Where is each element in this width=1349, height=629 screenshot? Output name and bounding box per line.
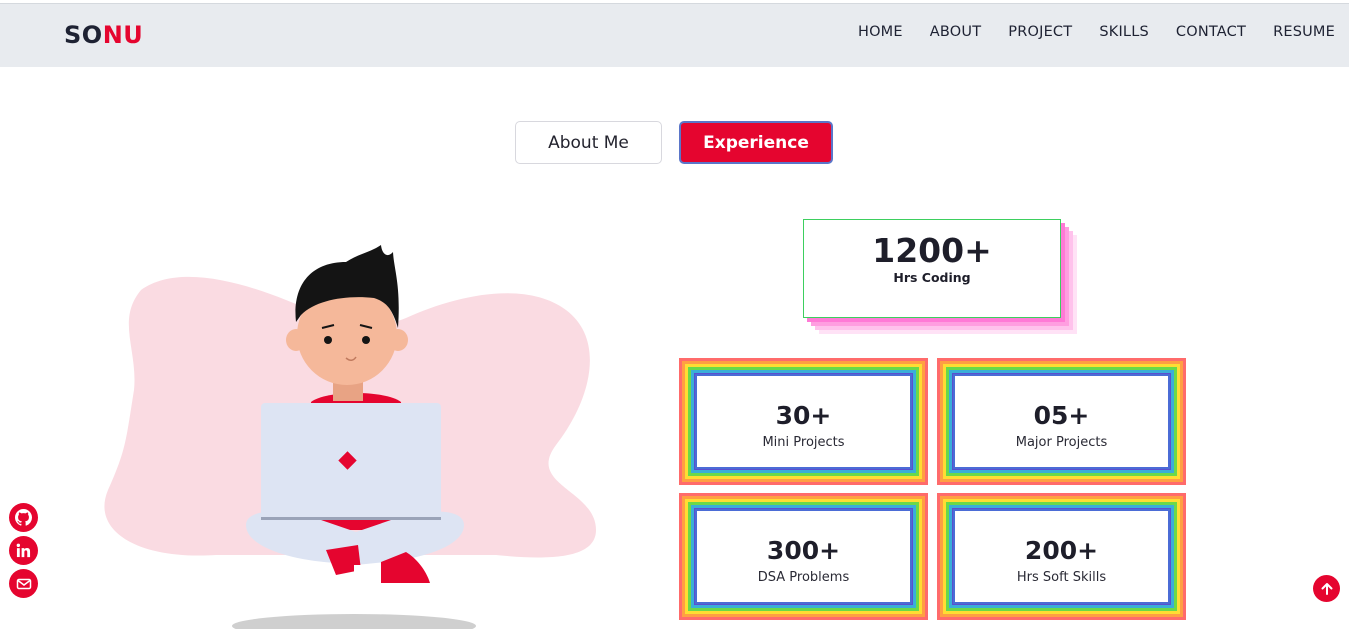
site-logo[interactable]: SONU [64, 21, 143, 49]
stat-card-inner: 05+ Major Projects [953, 374, 1170, 469]
logo-part-dark: SO [64, 21, 103, 49]
stat-label: DSA Problems [757, 570, 850, 585]
stat-mini-projects: 30+ Mini Projects [679, 358, 928, 485]
stat-card-inner: 30+ Mini Projects [695, 374, 912, 469]
github-link[interactable] [9, 503, 38, 532]
linkedin-link[interactable] [9, 536, 38, 565]
stat-label: Mini Projects [762, 435, 845, 450]
stat-soft-skills: 200+ Hrs Soft Skills [937, 493, 1186, 620]
linkedin-icon [16, 543, 31, 558]
nav-contact[interactable]: CONTACT [1176, 24, 1246, 40]
stat-label: Hrs Coding [893, 270, 971, 285]
github-icon [15, 509, 32, 526]
nav-skills[interactable]: SKILLS [1099, 24, 1149, 40]
stat-value: 300+ [766, 536, 841, 565]
navbar: SONU HOME ABOUT PROJECT SKILLS CONTACT R… [0, 4, 1349, 67]
stat-label: Major Projects [1015, 435, 1108, 450]
tab-about-me[interactable]: About Me [515, 121, 662, 164]
arrow-up-icon [1321, 582, 1332, 595]
stat-major-projects: 05+ Major Projects [937, 358, 1186, 485]
nav-about[interactable]: ABOUT [930, 24, 982, 40]
floor-shadow [232, 614, 476, 629]
stat-value: 1200+ [872, 231, 992, 270]
nav-home[interactable]: HOME [858, 24, 903, 40]
stat-label: Hrs Soft Skills [1016, 570, 1107, 585]
stat-card-inner: 200+ Hrs Soft Skills [953, 509, 1170, 604]
stat-value: 05+ [1033, 401, 1090, 430]
laptop-base [261, 517, 441, 520]
stat-card-inner: 300+ DSA Problems [695, 509, 912, 604]
logo-part-red: NU [102, 21, 144, 49]
left-eye [324, 336, 332, 344]
sock [354, 565, 376, 579]
right-eye [362, 336, 370, 344]
nav-resume[interactable]: RESUME [1273, 24, 1335, 40]
stat-value: 200+ [1024, 536, 1099, 565]
stat-hrs-coding: 1200+ Hrs Coding [803, 219, 1061, 318]
stat-value: 30+ [775, 401, 832, 430]
main-nav: HOME ABOUT PROJECT SKILLS CONTACT RESUME [858, 24, 1335, 40]
stat-dsa-problems: 300+ DSA Problems [679, 493, 928, 620]
scroll-to-top-button[interactable] [1313, 575, 1340, 602]
developer-illustration [104, 245, 596, 629]
tab-experience[interactable]: Experience [679, 121, 833, 164]
mail-icon [16, 578, 31, 589]
email-link[interactable] [9, 569, 38, 598]
nav-project[interactable]: PROJECT [1008, 24, 1072, 40]
